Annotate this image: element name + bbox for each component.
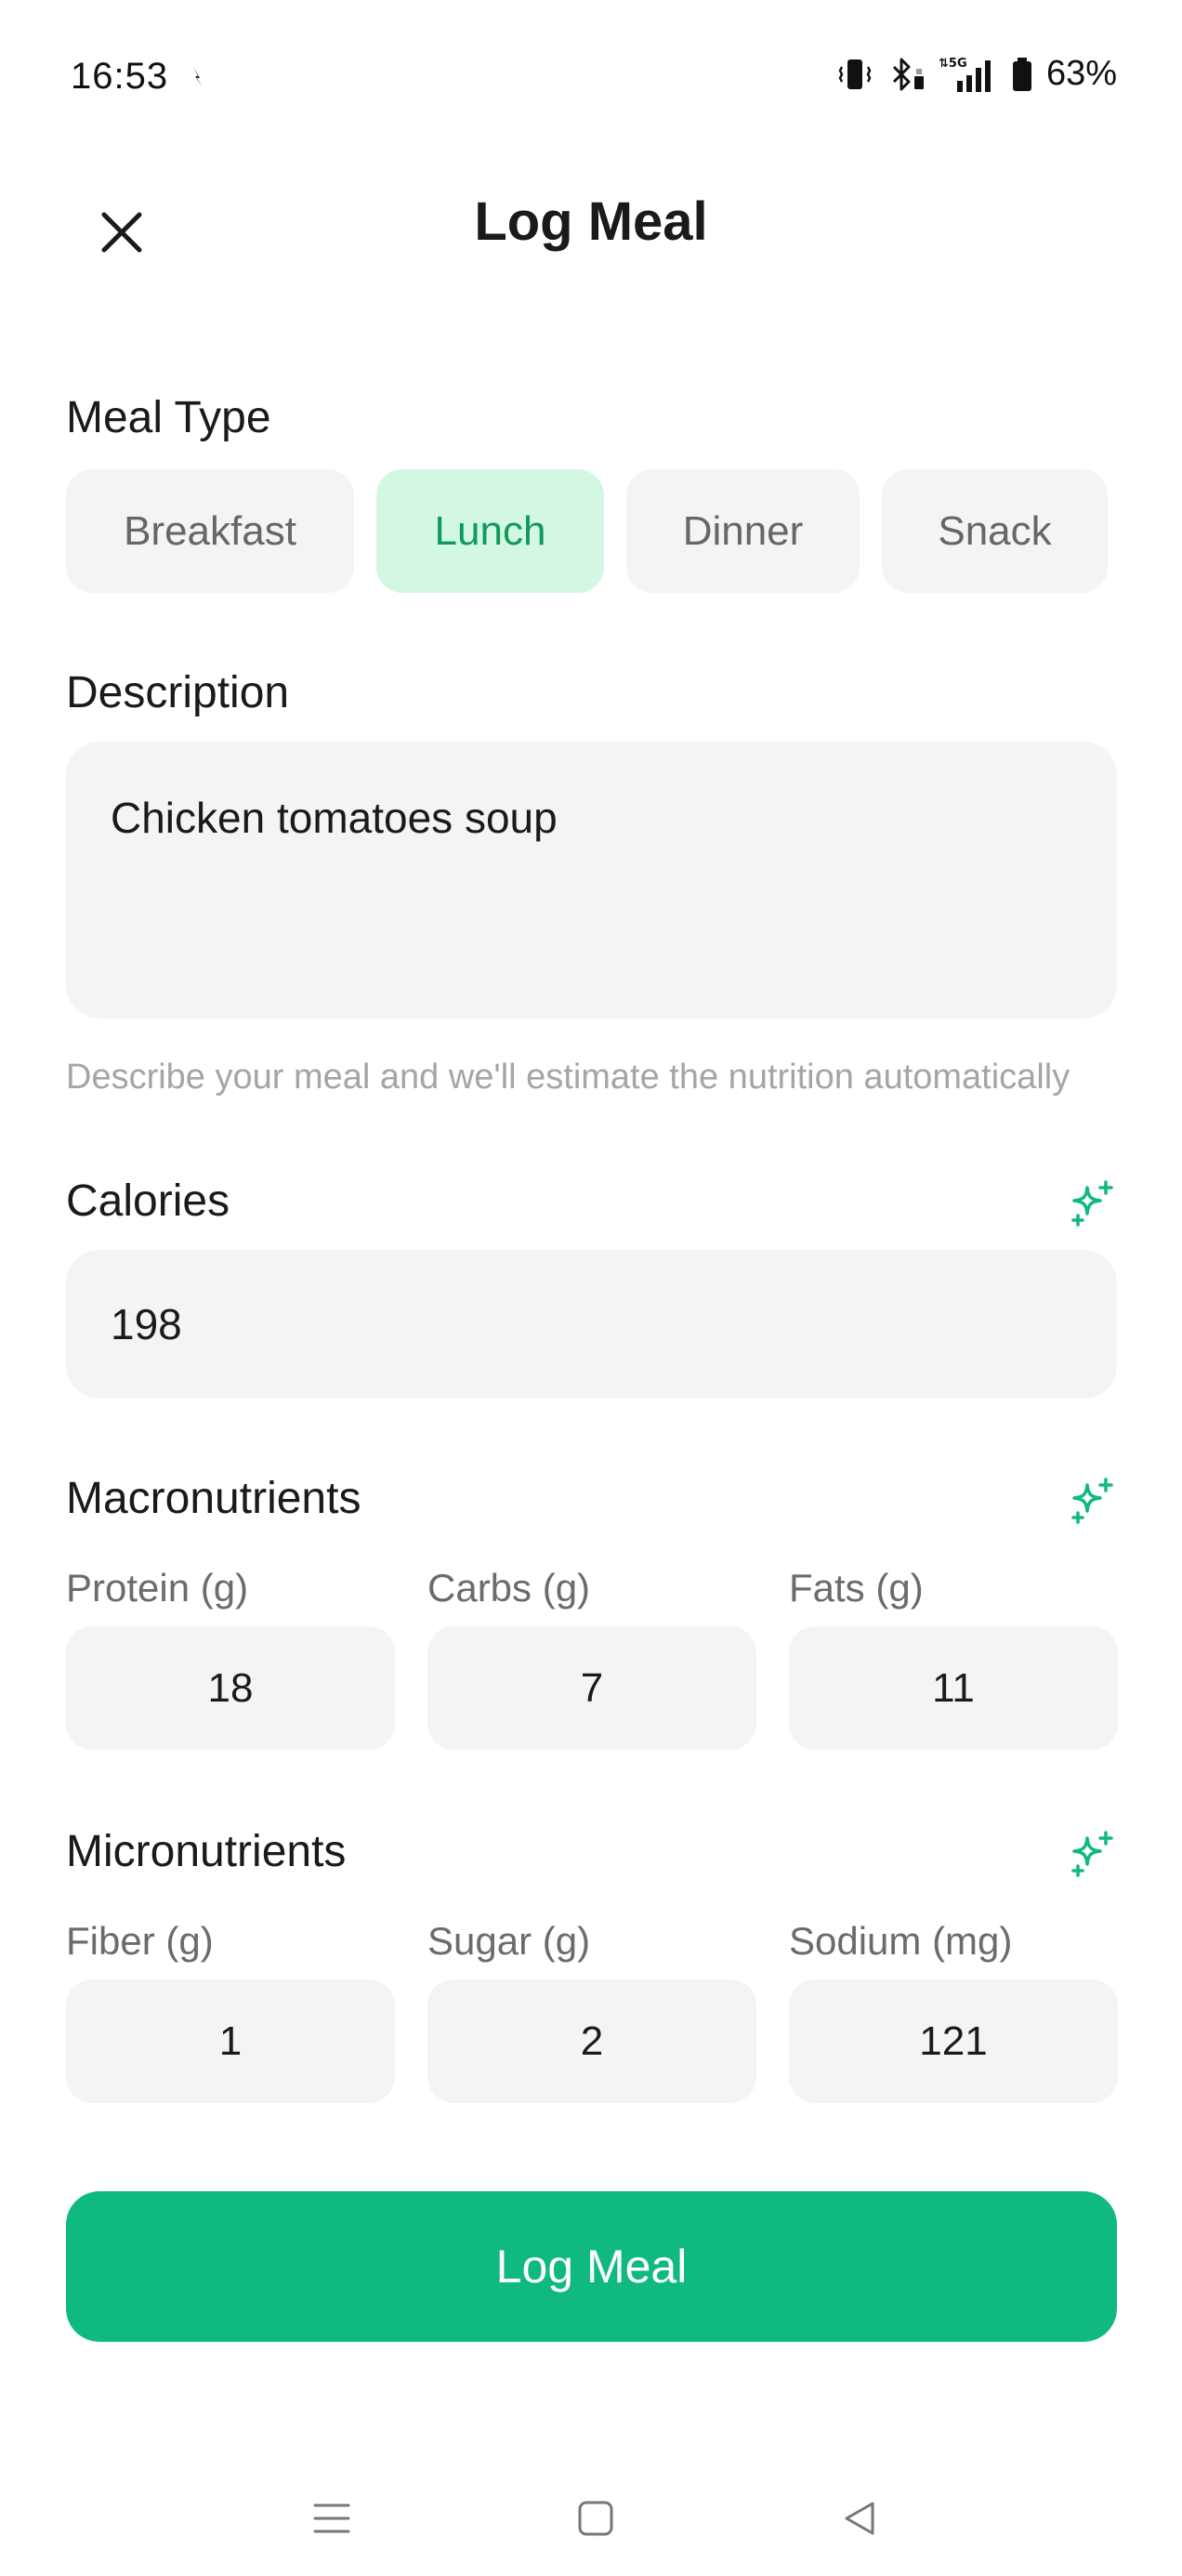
fiber-label: Fiber (g): [66, 1919, 214, 1963]
sugar-input[interactable]: 2: [427, 1979, 756, 2103]
fiber-input[interactable]: 1: [66, 1979, 395, 2103]
sparkle-icon[interactable]: [1067, 1829, 1117, 1879]
sparkle-icon[interactable]: [1067, 1476, 1117, 1526]
description-value: Chicken tomatoes soup: [111, 794, 558, 842]
sparkle-icon[interactable]: [1067, 1178, 1117, 1229]
description-input[interactable]: Chicken tomatoes soup: [66, 742, 1117, 1019]
calories-input[interactable]: 198: [66, 1250, 1117, 1399]
chip-lunch[interactable]: Lunch: [376, 469, 604, 593]
battery-icon: [1012, 57, 1031, 91]
status-time: 16:53: [71, 56, 169, 97]
sodium-label: Sodium (mg): [789, 1919, 1013, 1963]
macronutrients-label: Macronutrients: [66, 1474, 361, 1523]
protein-input[interactable]: 18: [66, 1626, 395, 1750]
carbs-label: Carbs (g): [427, 1566, 591, 1610]
micronutrients-label: Micronutrients: [66, 1827, 347, 1876]
sugar-label: Sugar (g): [427, 1919, 591, 1963]
svg-text:⇅5G: ⇅5G: [939, 57, 967, 71]
chip-breakfast[interactable]: Breakfast: [66, 469, 354, 593]
vibrate-icon: [838, 59, 872, 89]
bluetooth-icon: [892, 58, 924, 90]
log-meal-button[interactable]: Log Meal: [66, 2191, 1117, 2342]
fats-label: Fats (g): [789, 1566, 924, 1610]
page-title: Log Meal: [474, 191, 708, 252]
carbs-input[interactable]: 7: [427, 1626, 756, 1750]
sodium-input[interactable]: 121: [789, 1979, 1118, 2103]
home-button[interactable]: [568, 2491, 624, 2546]
chip-dinner[interactable]: Dinner: [626, 469, 860, 593]
header: Log Meal: [0, 153, 1182, 293]
5g-signal-icon: ⇅5G: [939, 57, 991, 92]
menu-icon: [313, 2504, 350, 2533]
notification-icon: [193, 67, 203, 87]
description-helper-text: Describe your meal and we'll estimate th…: [66, 1058, 1070, 1097]
home-icon: [578, 2501, 613, 2536]
battery-percentage: 63%: [1045, 54, 1117, 93]
system-nav-bar: [0, 2472, 1182, 2576]
calories-label: Calories: [66, 1176, 230, 1226]
back-icon: [845, 2502, 874, 2535]
description-label: Description: [66, 668, 290, 717]
fats-input[interactable]: 11: [789, 1626, 1118, 1750]
meal-type-label: Meal Type: [66, 393, 271, 442]
calories-value: 198: [111, 1300, 182, 1348]
recent-apps-button[interactable]: [304, 2491, 360, 2546]
chip-snack[interactable]: Snack: [882, 469, 1108, 593]
back-button[interactable]: [832, 2491, 887, 2546]
status-bar: 16:53 ⇅5G 63%: [0, 0, 1182, 153]
protein-label: Protein (g): [66, 1566, 249, 1610]
status-icons: ⇅5G 63%: [836, 54, 1117, 94]
